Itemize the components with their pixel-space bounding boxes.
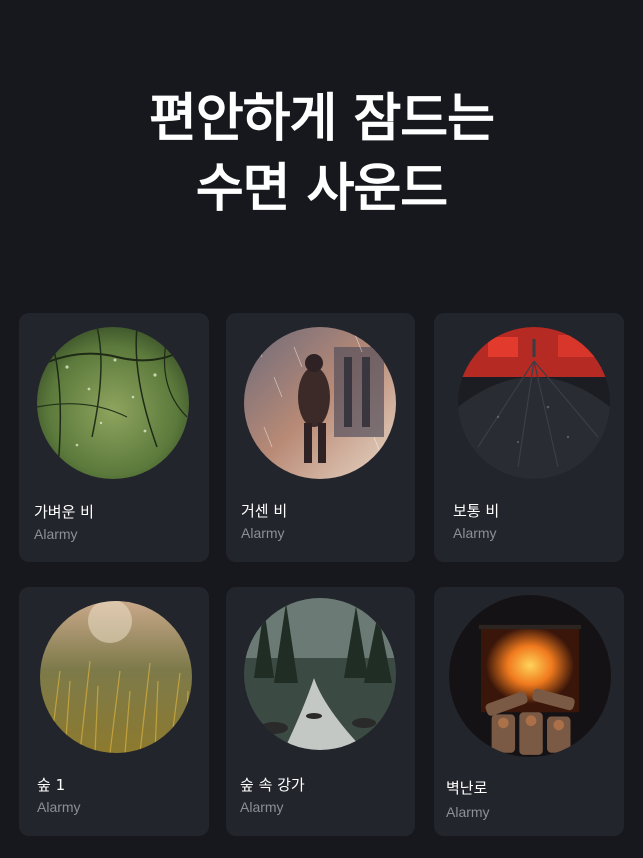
sound-artist: Alarmy [34,526,78,542]
black-umbrella-image [458,327,610,479]
sound-card-forest-stream[interactable]: 숲 속 강가 Alarmy [226,587,415,836]
sound-artist: Alarmy [241,525,285,541]
sound-title: 거센 비 [241,502,288,520]
sound-artist: Alarmy [240,799,284,815]
sound-title: 가벼운 비 [34,503,94,521]
sound-artist: Alarmy [453,525,497,541]
sound-card-heavy-rain[interactable]: 거센 비 Alarmy [226,313,415,562]
sound-title: 보통 비 [453,502,500,520]
sound-title: 숲 1 [37,776,66,794]
forest-grass-image [40,601,192,753]
sound-artist: Alarmy [37,799,81,815]
sound-card-forest-1[interactable]: 숲 1 Alarmy [19,587,209,836]
forest-stream-image [244,598,396,750]
rain-branches-image [37,327,189,479]
headline-line-2: 수면 사운드 [195,159,448,219]
sound-card-normal-rain[interactable]: 보통 비 Alarmy [434,313,624,562]
sound-title: 숲 속 강가 [240,776,305,794]
fireplace-image [449,595,611,757]
sound-artist: Alarmy [446,804,490,820]
person-in-heavy-rain-image [244,327,396,479]
sound-title: 벽난로 [446,779,488,797]
page-headline: 편안하게 잠드는 수면 사운드 [0,84,643,224]
headline-line-1: 편안하게 잠드는 [149,89,495,149]
sound-card-light-rain[interactable]: 가벼운 비 Alarmy [19,313,209,562]
sound-card-fireplace[interactable]: 벽난로 Alarmy [434,587,624,836]
